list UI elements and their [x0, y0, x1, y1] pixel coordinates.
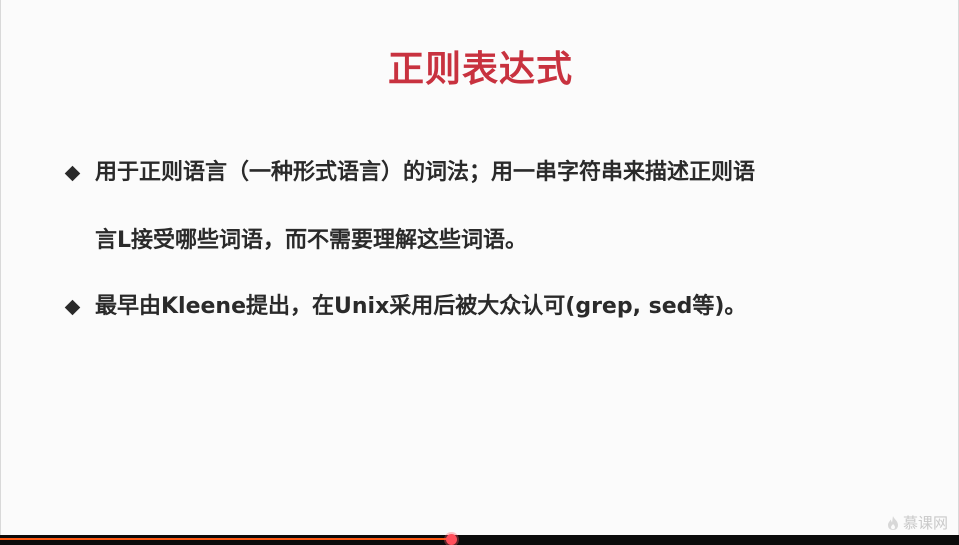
- bullet-text-line: 用于正则语言（一种形式语言）的词法；用一串字符串来描述正则语: [95, 160, 756, 185]
- diamond-bullet-icon: [61, 162, 83, 184]
- progress-handle[interactable]: [445, 534, 457, 545]
- diamond-bullet-icon: [61, 296, 83, 318]
- bullet-text-line: 言L接受哪些词语，而不需要理解这些词语。: [95, 228, 528, 253]
- progress-bar: [0, 538, 451, 540]
- slide: 正则表达式 用于正则语言（一种形式语言）的词法；用一串字符串来描述正则语 言L接…: [0, 0, 959, 535]
- watermark: 慕课网: [886, 512, 948, 533]
- slide-title: 正则表达式: [387, 49, 573, 90]
- flame-icon: [887, 515, 898, 530]
- watermark-text: 慕课网: [902, 514, 948, 532]
- bullet-text-line: 最早由Kleene提出，在Unix采用后被大众认可(grep, sed等)。: [95, 294, 747, 319]
